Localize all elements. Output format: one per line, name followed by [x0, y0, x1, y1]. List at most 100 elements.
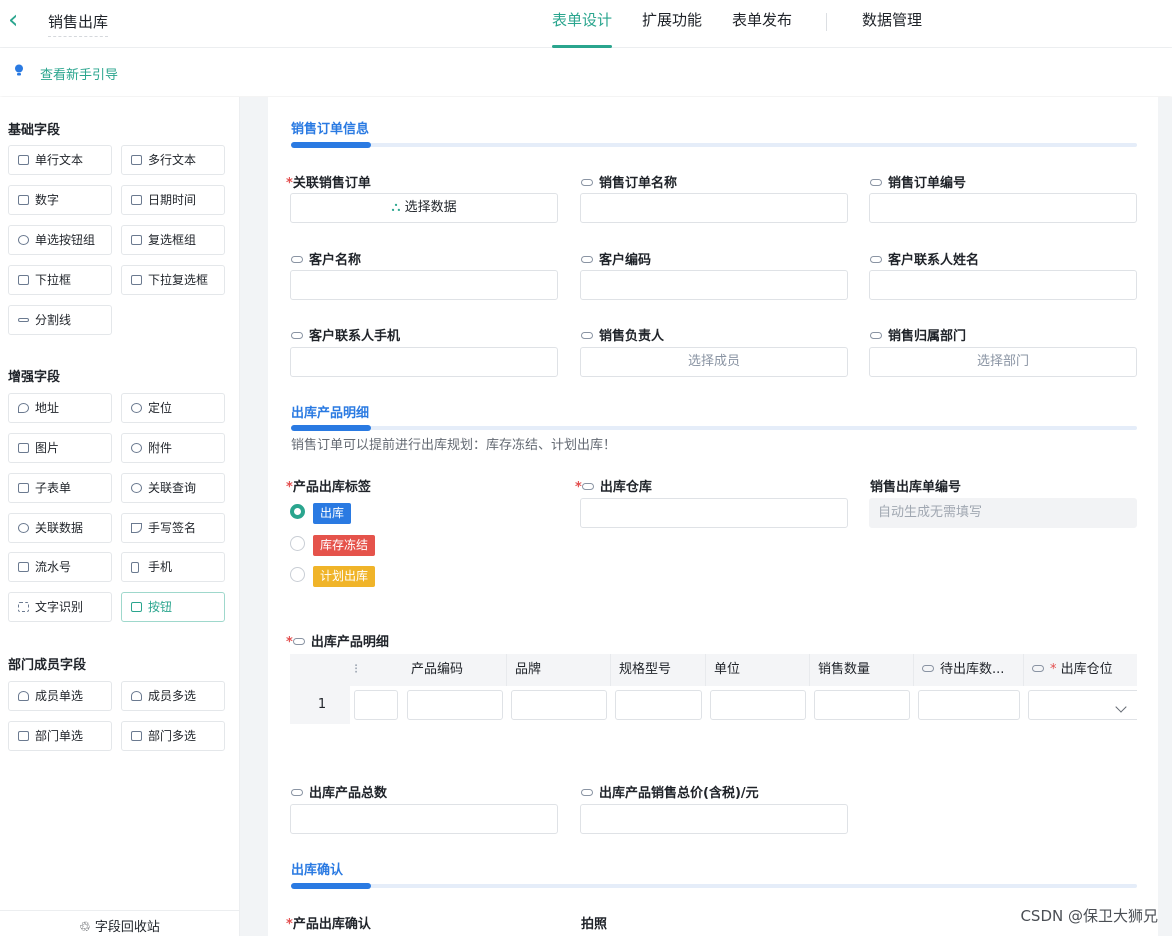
tab-form-design[interactable]: 表单设计	[552, 0, 612, 48]
number-icon	[18, 195, 29, 205]
tab-extensions[interactable]: 扩展功能	[642, 0, 702, 48]
related-data-icon	[18, 523, 29, 533]
warehouse-location-select[interactable]	[1024, 686, 1137, 724]
field-member-single[interactable]: 成员单选	[8, 681, 112, 711]
field-signature[interactable]: 手写签名	[121, 513, 225, 543]
label-customer-code[interactable]: 客户编码	[581, 249, 651, 268]
table-cell[interactable]	[507, 686, 611, 724]
field-dept-multi[interactable]: 部门多选	[121, 721, 225, 751]
label-contact-phone[interactable]: 客户联系人手机	[291, 325, 400, 344]
scan-icon	[18, 602, 29, 612]
label-linked-order[interactable]: *关联销售订单	[286, 172, 371, 191]
total-price-input[interactable]	[580, 804, 848, 834]
tab-data-management[interactable]: 数据管理	[862, 0, 922, 40]
field-datetime[interactable]: 日期时间	[121, 185, 225, 215]
field-recycle-bin[interactable]: ♲ 字段回收站	[0, 910, 239, 936]
section-description: 销售订单可以提前进行出库规划：库存冻结、计划出库！	[291, 434, 616, 453]
customer-name-input[interactable]	[290, 270, 558, 300]
field-radio-group[interactable]: 单选按钮组	[8, 225, 112, 255]
crosshair-icon	[131, 403, 142, 413]
app-title[interactable]: 销售出库	[48, 11, 108, 37]
field-address[interactable]: 地址	[8, 393, 112, 423]
label-photo[interactable]: 拍照	[581, 913, 607, 932]
field-number[interactable]: 数字	[8, 185, 112, 215]
section-title-order-info[interactable]: 销售订单信息	[291, 118, 369, 137]
radio-stock-freeze[interactable]	[290, 536, 305, 551]
field-phone[interactable]: 手机	[121, 552, 225, 582]
field-ocr[interactable]: 文字识别	[8, 592, 112, 622]
field-dept-single[interactable]: 部门单选	[8, 721, 112, 751]
th-spec: 规格型号	[611, 654, 706, 686]
section-title-confirm[interactable]: 出库确认	[291, 859, 343, 878]
recycle-icon: ♲	[79, 920, 95, 935]
field-dropdown[interactable]: 下拉框	[8, 265, 112, 295]
label-sales-owner[interactable]: 销售负责人	[581, 325, 664, 344]
link-icon	[582, 483, 594, 490]
field-single-line-text[interactable]: 单行文本	[8, 145, 112, 175]
table-cell[interactable]	[706, 686, 810, 724]
textarea-icon	[131, 155, 142, 165]
link-data-icon: ⛬	[391, 200, 404, 215]
label-total-qty[interactable]: 出库产品总数	[291, 782, 387, 801]
label-sales-dept[interactable]: 销售归属部门	[870, 325, 966, 344]
outbound-number-input: 自动生成无需填写	[869, 498, 1137, 528]
label-warehouse[interactable]: *出库仓库	[575, 476, 652, 495]
chevron-down-icon	[1115, 701, 1126, 712]
label-product-detail-table[interactable]: *出库产品明细	[286, 631, 389, 650]
field-image[interactable]: 图片	[8, 433, 112, 463]
label-outbound-tag[interactable]: *产品出库标签	[286, 476, 371, 495]
warehouse-input[interactable]	[580, 498, 848, 528]
field-multi-dropdown[interactable]: 下拉复选框	[121, 265, 225, 295]
radio-outbound[interactable]	[290, 504, 305, 519]
tag-stock-freeze: 库存冻结	[313, 535, 375, 556]
field-button[interactable]: 按钮	[121, 592, 225, 622]
th-unit: 单位	[706, 654, 810, 686]
table-cell[interactable]	[810, 686, 914, 724]
table-header-row-number: ⁝	[290, 654, 404, 686]
field-subform[interactable]: 子表单	[8, 473, 112, 503]
contact-phone-input[interactable]	[290, 347, 558, 377]
customer-code-input[interactable]	[580, 270, 848, 300]
attachment-icon	[131, 443, 142, 453]
tab-publish[interactable]: 表单发布	[732, 0, 792, 48]
table-cell[interactable]	[403, 686, 507, 724]
field-related-data[interactable]: 关联数据	[8, 513, 112, 543]
guide-link[interactable]: 查看新手引导	[40, 64, 118, 83]
label-customer-name[interactable]: 客户名称	[291, 249, 361, 268]
label-outbound-number[interactable]: 销售出库单编号	[870, 476, 961, 495]
th-sales-qty: 销售数量	[810, 654, 914, 686]
label-order-number[interactable]: 销售订单编号	[870, 172, 966, 191]
table-cell[interactable]	[914, 686, 1024, 724]
field-related-query[interactable]: 关联查询	[121, 473, 225, 503]
field-member-multi[interactable]: 成员多选	[121, 681, 225, 711]
query-icon	[131, 483, 142, 493]
lightbulb-icon	[14, 64, 24, 76]
label-outbound-confirm[interactable]: *产品出库确认	[286, 913, 371, 932]
back-icon[interactable]: ‹	[8, 8, 26, 36]
contact-name-input[interactable]	[869, 270, 1137, 300]
table-cell[interactable]	[350, 686, 402, 724]
label-contact-name[interactable]: 客户联系人姓名	[870, 249, 979, 268]
total-qty-input[interactable]	[290, 804, 558, 834]
table-cell[interactable]	[611, 686, 706, 724]
order-name-input[interactable]	[580, 193, 848, 223]
top-bar: ‹ 销售出库 表单设计 扩展功能 表单发布 数据管理	[0, 0, 1172, 48]
product-subtable: ⁝ 产品编码 品牌 规格型号 单位 销售数量 待出库数... * 出库仓位 1	[290, 654, 1137, 724]
link-icon	[870, 256, 882, 263]
section-title-product-detail[interactable]: 出库产品明细	[291, 402, 369, 421]
field-checkbox-group[interactable]: 复选框组	[121, 225, 225, 255]
label-total-price[interactable]: 出库产品销售总价(含税)/元	[581, 782, 759, 801]
select-department-input[interactable]: 选择部门	[869, 347, 1137, 377]
field-divider[interactable]: 分割线	[8, 305, 112, 335]
main-tabs: 表单设计 扩展功能 表单发布	[552, 0, 822, 48]
field-serial-number[interactable]: 流水号	[8, 552, 112, 582]
radio-planned-outbound[interactable]	[290, 567, 305, 582]
select-data-button[interactable]: ⛬ 选择数据	[290, 193, 558, 223]
field-positioning[interactable]: 定位	[121, 393, 225, 423]
group-enhanced-title: 增强字段	[8, 366, 60, 385]
order-number-input[interactable]	[869, 193, 1137, 223]
select-member-input[interactable]: 选择成员	[580, 347, 848, 377]
label-order-name[interactable]: 销售订单名称	[581, 172, 677, 191]
field-attachment[interactable]: 附件	[121, 433, 225, 463]
field-multi-line-text[interactable]: 多行文本	[121, 145, 225, 175]
